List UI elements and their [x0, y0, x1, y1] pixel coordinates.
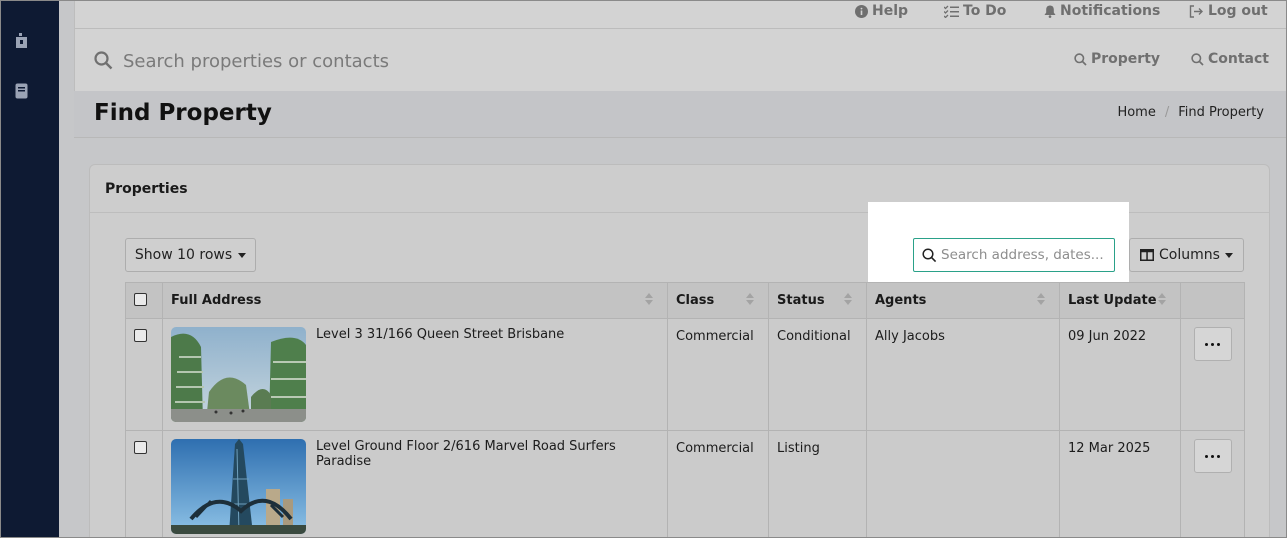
sort-icon [746, 293, 754, 305]
sort-icon [1158, 293, 1166, 305]
class-cell: Commercial [667, 430, 769, 537]
row-actions-button[interactable] [1193, 327, 1232, 361]
search-icon [94, 51, 113, 70]
sort-icon [844, 293, 852, 305]
agents-cell [866, 430, 1060, 537]
select-all-checkbox[interactable] [134, 293, 147, 306]
property-thumbnail[interactable] [171, 327, 306, 422]
col-last-update-label: Last Update [1068, 293, 1157, 308]
table-header-row: Full Address Class Status Agents Last Up… [125, 282, 1245, 319]
todo-label: To Do [963, 3, 1007, 19]
address-text[interactable]: Level Ground Floor 2/616 Marvel Road Sur… [316, 439, 659, 534]
col-last-update[interactable]: Last Update [1059, 282, 1181, 319]
actions-cell [1180, 430, 1245, 537]
global-search-row: Property Contact [75, 30, 1286, 91]
page-title: Find Property [94, 100, 272, 126]
caret-down-icon [238, 252, 247, 258]
col-status[interactable]: Status [768, 282, 867, 319]
top-links: Help To Do Notifications Log out [75, 1, 1286, 29]
row-checkbox[interactable] [134, 441, 147, 454]
columns-icon [1140, 249, 1155, 261]
notifications-link[interactable]: Notifications [1044, 1, 1160, 21]
help-label: Help [872, 3, 909, 19]
search-property-label: Property [1091, 51, 1161, 67]
property-icon[interactable] [13, 31, 29, 49]
status-cell: Conditional [768, 318, 867, 431]
col-class-label: Class [676, 293, 715, 308]
checklist-icon [944, 5, 959, 18]
page-header: Find Property Home / Find Property [74, 91, 1286, 138]
row-actions-button[interactable] [1193, 439, 1232, 473]
col-full-address-label: Full Address [171, 293, 262, 308]
address-text[interactable]: Level 3 31/166 Queen Street Brisbane [316, 327, 564, 422]
agents-cell: Ally Jacobs [866, 318, 1060, 431]
columns-dropdown[interactable]: Columns [1129, 238, 1244, 272]
row-checkbox[interactable] [134, 329, 147, 342]
search-icon [922, 248, 937, 263]
search-contact-label: Contact [1208, 51, 1269, 67]
col-agents[interactable]: Agents [866, 282, 1060, 319]
sidebar-rail [1, 1, 59, 537]
row-select-cell [125, 430, 163, 537]
table-search-input[interactable] [941, 244, 1111, 266]
sort-icon [1037, 293, 1045, 305]
table-row: Level 3 31/166 Queen Street Brisbane Com… [125, 318, 1245, 431]
search-icon [1191, 52, 1204, 66]
bell-icon [1044, 5, 1056, 18]
caret-down-icon [1224, 252, 1233, 258]
properties-table: Full Address Class Status Agents Last Up… [125, 282, 1245, 537]
address-cell: Level Ground Floor 2/616 Marvel Road Sur… [162, 430, 668, 537]
class-cell: Commercial [667, 318, 769, 431]
row-select-cell [125, 318, 163, 431]
address-cell: Level 3 31/166 Queen Street Brisbane [162, 318, 668, 431]
breadcrumb-home[interactable]: Home [1117, 105, 1155, 120]
col-status-label: Status [777, 293, 825, 308]
logout-link[interactable]: Log out [1189, 1, 1268, 21]
global-search-input[interactable] [123, 48, 543, 74]
logout-label: Log out [1208, 3, 1268, 19]
info-icon [855, 4, 868, 18]
last-update-cell: 09 Jun 2022 [1059, 318, 1181, 431]
card-title: Properties [105, 181, 188, 197]
book-icon[interactable] [13, 82, 29, 100]
breadcrumb-separator: / [1164, 105, 1170, 120]
sort-icon [645, 293, 653, 305]
search-icon [1074, 52, 1087, 66]
property-thumbnail[interactable] [171, 439, 306, 534]
notifications-label: Notifications [1060, 3, 1161, 19]
show-rows-dropdown[interactable]: Show 10 rows [125, 238, 256, 272]
app-window: Help To Do Notifications Log out Search … [0, 0, 1287, 538]
select-all-cell [125, 282, 163, 319]
top-bar: Help To Do Notifications Log out Search … [74, 1, 1286, 91]
table-row: Level Ground Floor 2/616 Marvel Road Sur… [125, 430, 1245, 537]
table-search-box[interactable] [913, 238, 1115, 272]
breadcrumb-current: Find Property [1178, 105, 1264, 120]
breadcrumb: Home / Find Property [1117, 105, 1264, 120]
actions-cell [1180, 318, 1245, 431]
help-link[interactable]: Help [855, 1, 908, 21]
show-rows-label: Show 10 rows [134, 247, 233, 263]
col-full-address[interactable]: Full Address [162, 282, 668, 319]
col-actions [1180, 282, 1245, 319]
col-class[interactable]: Class [667, 282, 769, 319]
columns-label: Columns [1159, 247, 1220, 263]
status-cell: Listing [768, 430, 867, 537]
logout-icon [1189, 4, 1203, 18]
search-property-link[interactable]: Property [1074, 51, 1160, 67]
last-update-cell: 12 Mar 2025 [1059, 430, 1181, 537]
todo-link[interactable]: To Do [944, 1, 1006, 21]
search-contact-link[interactable]: Contact [1191, 51, 1269, 67]
col-agents-label: Agents [875, 293, 927, 308]
